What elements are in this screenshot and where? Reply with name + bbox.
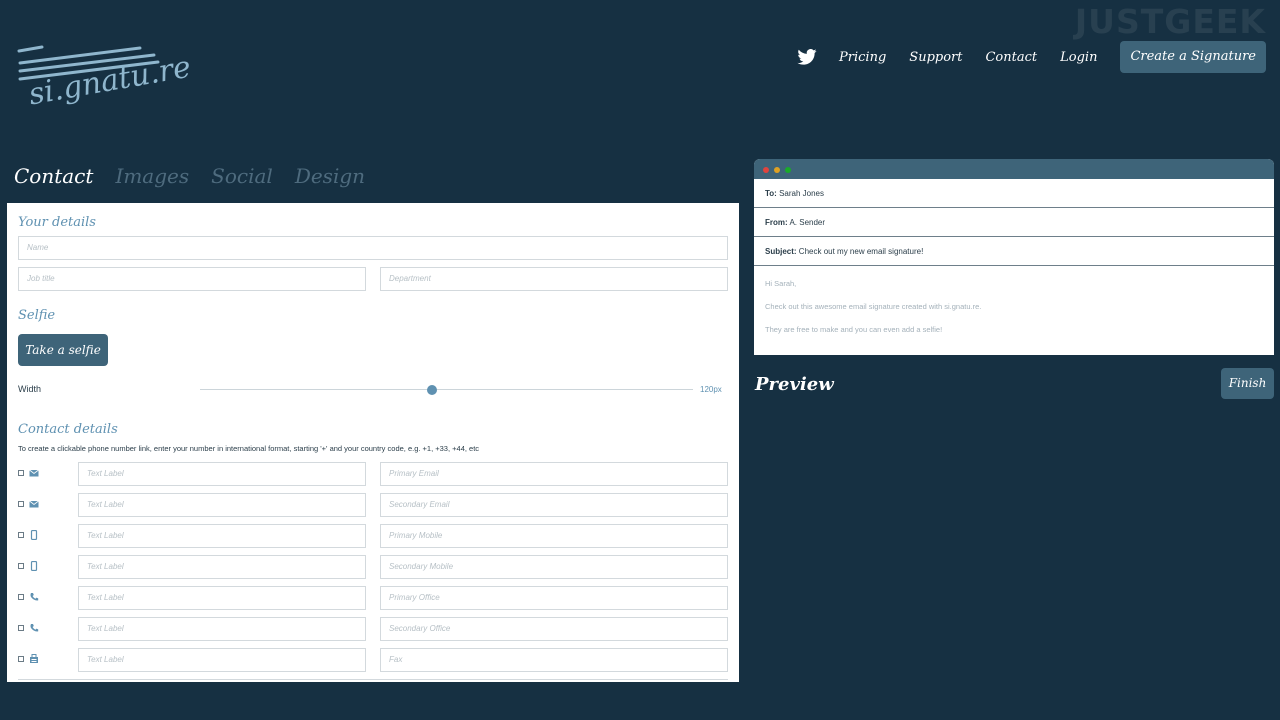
text-label-input[interactable]: Text Label bbox=[78, 586, 366, 610]
window-minimize-icon bbox=[774, 167, 780, 173]
secondary-office-input[interactable]: Secondary Office bbox=[380, 617, 728, 641]
name-input[interactable]: Name bbox=[18, 236, 728, 260]
email-to-row: To: Sarah Jones bbox=[754, 179, 1274, 208]
email-body-line: Hi Sarah, bbox=[765, 279, 797, 288]
department-input[interactable]: Department bbox=[380, 267, 728, 291]
primary-office-input[interactable]: Primary Office bbox=[380, 586, 728, 610]
contact-row-checkbox[interactable] bbox=[18, 594, 24, 600]
window-maximize-icon bbox=[785, 167, 791, 173]
primary-mobile-input[interactable]: Primary Mobile bbox=[380, 524, 728, 548]
envelope-icon bbox=[29, 469, 39, 477]
nav-contact-link[interactable]: Contact bbox=[985, 50, 1037, 65]
tab-social[interactable]: Social bbox=[211, 164, 273, 188]
logo[interactable]: si.gnatu.re bbox=[16, 44, 194, 136]
contact-row-checkbox[interactable] bbox=[18, 470, 24, 476]
subject-label: Subject: bbox=[765, 247, 797, 256]
job-title-input[interactable]: Job title bbox=[18, 267, 366, 291]
window-close-icon bbox=[763, 167, 769, 173]
email-from-row: From: A. Sender bbox=[754, 208, 1274, 237]
contact-row-checkbox[interactable] bbox=[18, 563, 24, 569]
contact-row-checkbox[interactable] bbox=[18, 501, 24, 507]
email-body-line: They are free to make and you can even a… bbox=[765, 325, 943, 334]
contact-row: Text Label Primary Mobile bbox=[7, 524, 739, 548]
width-label: Width bbox=[18, 384, 42, 394]
secondary-mobile-input[interactable]: Secondary Mobile bbox=[380, 555, 728, 579]
text-label-input[interactable]: Text Label bbox=[78, 555, 366, 579]
nav-login-link[interactable]: Login bbox=[1060, 50, 1097, 65]
finish-button[interactable]: Finish bbox=[1221, 368, 1274, 399]
watermark: JUSTGEEK bbox=[1074, 2, 1266, 41]
mobile-icon bbox=[30, 561, 38, 571]
contact-row-checkbox[interactable] bbox=[18, 656, 24, 662]
email-body: Hi Sarah, Check out this awesome email s… bbox=[754, 266, 1274, 355]
email-preview-window: To: Sarah Jones From: A. Sender Subject:… bbox=[754, 159, 1274, 355]
from-value: A. Sender bbox=[789, 218, 826, 227]
contact-details-title: Contact details bbox=[18, 422, 118, 437]
mobile-icon bbox=[30, 530, 38, 540]
nav-support-link[interactable]: Support bbox=[909, 50, 962, 65]
width-slider-track[interactable] bbox=[200, 389, 693, 390]
width-slider-thumb[interactable] bbox=[426, 385, 437, 395]
contact-row: Text Label Fax bbox=[7, 648, 739, 672]
email-subject-row: Subject: Check out my new email signatur… bbox=[754, 237, 1274, 266]
top-navigation: Pricing Support Contact Login Create a S… bbox=[797, 41, 1266, 73]
fax-icon bbox=[30, 654, 38, 663]
text-label-input[interactable]: Text Label bbox=[78, 648, 366, 672]
editor-tabs: Contact Images Social Design bbox=[14, 164, 387, 188]
tab-images[interactable]: Images bbox=[115, 164, 189, 188]
create-signature-button[interactable]: Create a Signature bbox=[1120, 41, 1266, 73]
contact-row: Text Label Secondary Mobile bbox=[7, 555, 739, 579]
contact-row: Text Label Secondary Email bbox=[7, 493, 739, 517]
contact-help-text: To create a clickable phone number link,… bbox=[18, 444, 480, 453]
primary-email-input[interactable]: Primary Email bbox=[380, 462, 728, 486]
selfie-title: Selfie bbox=[18, 308, 56, 323]
secondary-email-input[interactable]: Secondary Email bbox=[380, 493, 728, 517]
contact-row: Text Label Primary Office bbox=[7, 586, 739, 610]
tab-design[interactable]: Design bbox=[295, 164, 365, 188]
tab-contact[interactable]: Contact bbox=[14, 164, 93, 188]
form-divider bbox=[18, 679, 728, 680]
take-selfie-button[interactable]: Take a selfie bbox=[18, 334, 108, 366]
to-label: To: bbox=[765, 189, 777, 198]
contact-row-checkbox[interactable] bbox=[18, 532, 24, 538]
text-label-input[interactable]: Text Label bbox=[78, 524, 366, 548]
envelope-icon bbox=[29, 500, 39, 508]
phone-icon bbox=[30, 593, 39, 601]
contact-row: Text Label Secondary Office bbox=[7, 617, 739, 641]
phone-icon bbox=[30, 624, 39, 632]
contact-row-checkbox[interactable] bbox=[18, 625, 24, 631]
email-body-line: Check out this awesome email signature c… bbox=[765, 302, 982, 311]
contact-form-panel: Your details Name Job title Department S… bbox=[7, 203, 739, 682]
your-details-title: Your details bbox=[18, 215, 96, 230]
text-label-input[interactable]: Text Label bbox=[78, 617, 366, 641]
contact-row: Text Label Primary Email bbox=[7, 462, 739, 486]
window-title-bar bbox=[754, 159, 1274, 179]
text-label-input[interactable]: Text Label bbox=[78, 493, 366, 517]
width-value: 120px bbox=[700, 385, 722, 394]
preview-title: Preview bbox=[755, 374, 834, 395]
text-label-input[interactable]: Text Label bbox=[78, 462, 366, 486]
subject-value: Check out my new email signature! bbox=[798, 247, 924, 256]
nav-pricing-link[interactable]: Pricing bbox=[839, 50, 886, 65]
from-label: From: bbox=[765, 218, 788, 227]
to-value: Sarah Jones bbox=[779, 189, 824, 198]
twitter-icon[interactable] bbox=[797, 49, 817, 65]
fax-input[interactable]: Fax bbox=[380, 648, 728, 672]
